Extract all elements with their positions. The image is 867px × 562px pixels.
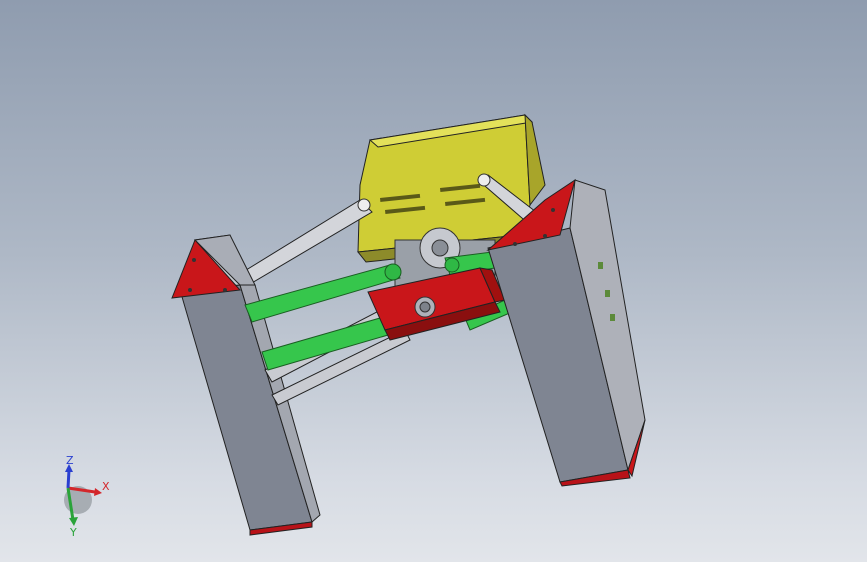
3d-model-view[interactable]	[0, 0, 867, 562]
z-axis-arrow	[66, 469, 71, 489]
graphics-viewport[interactable]: X Z Y	[0, 0, 867, 562]
orientation-triad: X Z Y	[64, 454, 110, 539]
green-link-lower-left[interactable]	[261, 317, 389, 371]
x-axis-label: X	[102, 480, 110, 493]
y-axis-label: Y	[69, 526, 77, 539]
grey-link-left[interactable]	[237, 198, 373, 288]
z-axis-label: Z	[66, 454, 74, 467]
